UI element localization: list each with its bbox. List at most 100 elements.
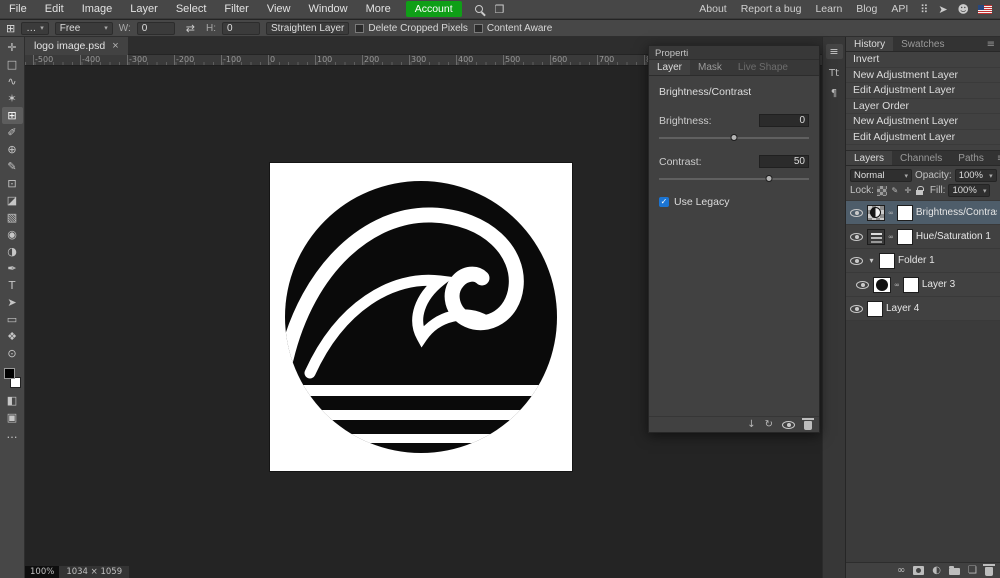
pen-tool[interactable]: ✒: [2, 260, 23, 277]
tab-channels[interactable]: Channels: [892, 151, 950, 165]
clone-stamp-tool[interactable]: ⊡: [2, 175, 23, 192]
brush-tool[interactable]: ✎: [2, 158, 23, 175]
toggle-visibility-icon[interactable]: [782, 421, 795, 429]
properties-tab-live-shape[interactable]: Live Shape: [730, 60, 796, 75]
blur-tool[interactable]: ◉: [2, 226, 23, 243]
delete-layer-icon[interactable]: [985, 567, 993, 576]
field-slider[interactable]: [659, 132, 809, 144]
menu-item-layer[interactable]: Layer: [121, 0, 167, 19]
field-value-input[interactable]: 0: [759, 114, 809, 127]
straighten-layer-button[interactable]: Straighten Layer: [266, 22, 349, 35]
menu-item-image[interactable]: Image: [73, 0, 122, 19]
opacity-value[interactable]: 100%▾: [955, 169, 997, 182]
menu-item-blog[interactable]: Blog: [849, 0, 884, 19]
account-button[interactable]: Account: [406, 1, 462, 17]
history-item[interactable]: New Adjustment Layer: [846, 68, 1000, 84]
select-tool[interactable]: □: [2, 56, 23, 73]
healing-tool[interactable]: ⊕: [2, 141, 23, 158]
lock-paint-icon[interactable]: ✎: [890, 186, 900, 195]
lock-position-icon[interactable]: ✛: [903, 186, 913, 195]
lock-all-icon[interactable]: [916, 190, 923, 195]
panel-menu-icon[interactable]: ≡: [992, 151, 1000, 165]
layer-row-hue-saturation-1[interactable]: ∞Hue/Saturation 1: [846, 225, 1000, 249]
slider-handle[interactable]: [731, 134, 738, 141]
sidebar-extra-icon-1[interactable]: ▣: [2, 409, 23, 426]
layer-row-layer-3[interactable]: ∞Layer 3: [846, 273, 1000, 297]
menu-item-api[interactable]: API: [884, 0, 915, 19]
search-icon[interactable]: [475, 5, 483, 13]
menu-item-about[interactable]: About: [692, 0, 733, 19]
layer-thumbnail[interactable]: [867, 301, 883, 317]
history-item[interactable]: Edit Adjustment Layer: [846, 130, 1000, 146]
tab-swatches[interactable]: Swatches: [893, 37, 952, 51]
zoom-level[interactable]: 100%: [25, 566, 59, 578]
visibility-toggle[interactable]: [855, 281, 870, 289]
sidebar-extra-icon-0[interactable]: ◧: [2, 392, 23, 409]
history-item[interactable]: Layer Order: [846, 99, 1000, 115]
swap-dimensions-icon[interactable]: ⇄: [186, 19, 195, 38]
new-folder-icon[interactable]: [949, 568, 960, 575]
lock-transparency-icon[interactable]: [877, 186, 887, 196]
field-value-input[interactable]: 50: [759, 155, 809, 168]
color-swatches[interactable]: [2, 367, 23, 389]
panel-menu-icon[interactable]: ≡: [826, 44, 843, 59]
fullscreen-icon[interactable]: ❐: [495, 0, 505, 19]
menu-item-report-a-bug[interactable]: Report a bug: [734, 0, 809, 19]
user-icon[interactable]: ☻: [958, 0, 969, 19]
visibility-toggle[interactable]: [849, 233, 864, 241]
height-input[interactable]: 0: [222, 22, 260, 35]
menu-item-more[interactable]: More: [357, 0, 400, 19]
document-dimensions[interactable]: 1034 × 1059: [59, 566, 129, 578]
tab-layers[interactable]: Layers: [846, 151, 892, 165]
move-tool[interactable]: ✛: [2, 39, 23, 56]
layer-row-layer-4[interactable]: Layer 4: [846, 297, 1000, 321]
foreground-color-swatch[interactable]: [4, 368, 15, 379]
sidebar-extra-icon-2[interactable]: …: [2, 426, 23, 443]
adjustment-thumbnail[interactable]: [867, 229, 885, 245]
delete-cropped-checkbox[interactable]: Delete Cropped Pixels: [355, 23, 468, 34]
properties-panel-title[interactable]: Properti: [649, 46, 819, 60]
magic-wand-tool[interactable]: ✶: [2, 90, 23, 107]
fill-value[interactable]: 100%▾: [948, 184, 990, 197]
visibility-toggle[interactable]: [849, 257, 864, 265]
eyedropper-tool[interactable]: ✐: [2, 124, 23, 141]
history-item[interactable]: Edit Adjustment Layer: [846, 83, 1000, 99]
adjustment-thumbnail[interactable]: [867, 205, 885, 221]
paragraph-panel-icon[interactable]: ¶: [831, 88, 837, 99]
tab-paths[interactable]: Paths: [950, 151, 992, 165]
layer-thumbnail[interactable]: [873, 277, 891, 293]
mask-thumbnail[interactable]: [897, 205, 913, 221]
lasso-tool[interactable]: ∿: [2, 73, 23, 90]
slider-handle[interactable]: [765, 175, 772, 182]
content-aware-checkbox[interactable]: Content Aware: [474, 23, 552, 34]
width-input[interactable]: 0: [137, 22, 175, 35]
history-item[interactable]: Invert: [846, 52, 1000, 68]
dodge-tool[interactable]: ◑: [2, 243, 23, 260]
tool-preset-button[interactable]: …▾: [21, 22, 49, 35]
properties-tab-layer[interactable]: Layer: [649, 60, 690, 75]
layer-row-brightness-contrast-1[interactable]: ∞Brightness/Contrast 1: [846, 201, 1000, 225]
close-icon[interactable]: ×: [112, 41, 118, 52]
type-tool[interactable]: T: [2, 277, 23, 294]
blend-mode-select[interactable]: Normal▾: [850, 169, 912, 182]
tab-history[interactable]: History: [846, 37, 893, 51]
layer-row-folder-1[interactable]: ▾Folder 1: [846, 249, 1000, 273]
reset-icon[interactable]: ↻: [765, 419, 773, 430]
gradient-tool[interactable]: ▧: [2, 209, 23, 226]
apps-icon[interactable]: ⠿: [920, 0, 928, 19]
crop-mode-select[interactable]: Free▾: [55, 22, 113, 35]
document-tab[interactable]: logo image.psd ×: [25, 37, 128, 55]
crop-tool[interactable]: ⊞: [2, 107, 23, 124]
mask-thumbnail[interactable]: [879, 253, 895, 269]
hand-tool[interactable]: ❖: [2, 328, 23, 345]
mask-thumbnail[interactable]: [903, 277, 919, 293]
shape-tool[interactable]: ▭: [2, 311, 23, 328]
use-legacy-checkbox[interactable]: ✓ Use Legacy: [659, 196, 809, 208]
visibility-toggle[interactable]: [849, 209, 864, 217]
mask-thumbnail[interactable]: [897, 229, 913, 245]
menu-item-select[interactable]: Select: [167, 0, 216, 19]
language-flag-icon[interactable]: [978, 5, 992, 14]
character-panel-icon[interactable]: Tt: [829, 68, 839, 79]
menu-item-filter[interactable]: Filter: [215, 0, 257, 19]
delete-adjustment-icon[interactable]: [804, 421, 812, 430]
